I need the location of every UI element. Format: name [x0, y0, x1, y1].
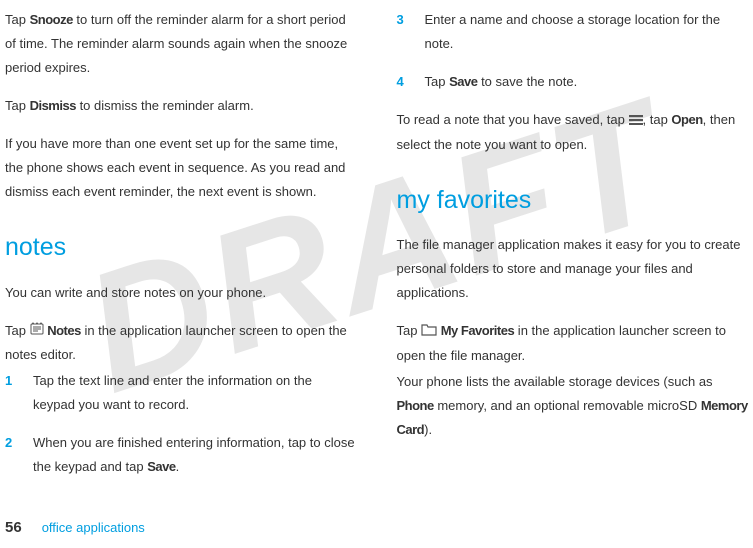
- notes-intro: You can write and store notes on your ph…: [5, 281, 357, 305]
- step-1-text: Tap the text line and enter the informat…: [33, 369, 357, 417]
- text: ).: [424, 422, 432, 437]
- text: , tap: [643, 112, 672, 127]
- dismiss-paragraph: Tap Dismiss to dismiss the reminder alar…: [5, 94, 357, 118]
- snooze-paragraph: Tap Snooze to turn off the reminder alar…: [5, 8, 357, 80]
- left-column: Tap Snooze to turn off the reminder alar…: [5, 8, 357, 493]
- step-3: 3 Enter a name and choose a storage loca…: [397, 8, 749, 56]
- text: Tap: [5, 323, 30, 338]
- text: To read a note that you have saved, tap: [397, 112, 629, 127]
- read-note-paragraph: To read a note that you have saved, tap …: [397, 108, 749, 157]
- folder-icon: [421, 320, 437, 344]
- text: Tap: [5, 12, 30, 27]
- save-label: Save: [147, 459, 175, 474]
- step-3-text: Enter a name and choose a storage locati…: [425, 8, 749, 56]
- text: to dismiss the reminder alarm.: [76, 98, 254, 113]
- text: Tap: [425, 74, 450, 89]
- menu-icon: [629, 109, 643, 133]
- phone-label: Phone: [397, 398, 434, 413]
- section-label: office applications: [42, 516, 145, 540]
- notes-open-paragraph: Tap Notes in the application launcher sc…: [5, 319, 357, 368]
- step-number-2: 2: [5, 431, 33, 479]
- text: Tap: [5, 98, 30, 113]
- dismiss-label: Dismiss: [30, 98, 76, 113]
- text: memory, and an optional removable microS…: [434, 398, 701, 413]
- step-2-text: When you are finished entering informati…: [33, 431, 357, 479]
- right-column: 3 Enter a name and choose a storage loca…: [397, 8, 749, 493]
- notes-heading: notes: [5, 224, 357, 270]
- notes-label: Notes: [47, 323, 81, 338]
- save-label: Save: [449, 74, 477, 89]
- storage-paragraph: Your phone lists the available storage d…: [397, 370, 749, 442]
- page-footer: 56 office applications: [5, 514, 145, 542]
- favorites-intro: The file manager application makes it ea…: [397, 233, 749, 305]
- page-number: 56: [5, 514, 22, 542]
- step-number-4: 4: [397, 70, 425, 94]
- multi-event-paragraph: If you have more than one event set up f…: [5, 132, 357, 204]
- notes-icon: [30, 319, 44, 343]
- open-label: Open: [671, 112, 702, 127]
- text: .: [176, 459, 180, 474]
- text: When you are finished entering informati…: [33, 435, 355, 474]
- text: Your phone lists the available storage d…: [397, 374, 713, 389]
- step-4: 4 Tap Save to save the note.: [397, 70, 749, 94]
- step-2: 2 When you are finished entering informa…: [5, 431, 357, 479]
- page-content: Tap Snooze to turn off the reminder alar…: [0, 0, 753, 493]
- step-number-1: 1: [5, 369, 33, 417]
- text: Tap: [397, 323, 422, 338]
- step-1: 1 Tap the text line and enter the inform…: [5, 369, 357, 417]
- favorites-open-paragraph: Tap My Favorites in the application laun…: [397, 319, 749, 368]
- step-number-3: 3: [397, 8, 425, 56]
- favorites-heading: my favorites: [397, 177, 749, 223]
- text: to save the note.: [477, 74, 577, 89]
- my-favorites-label: My Favorites: [441, 323, 514, 338]
- step-4-text: Tap Save to save the note.: [425, 70, 749, 94]
- snooze-label: Snooze: [30, 12, 73, 27]
